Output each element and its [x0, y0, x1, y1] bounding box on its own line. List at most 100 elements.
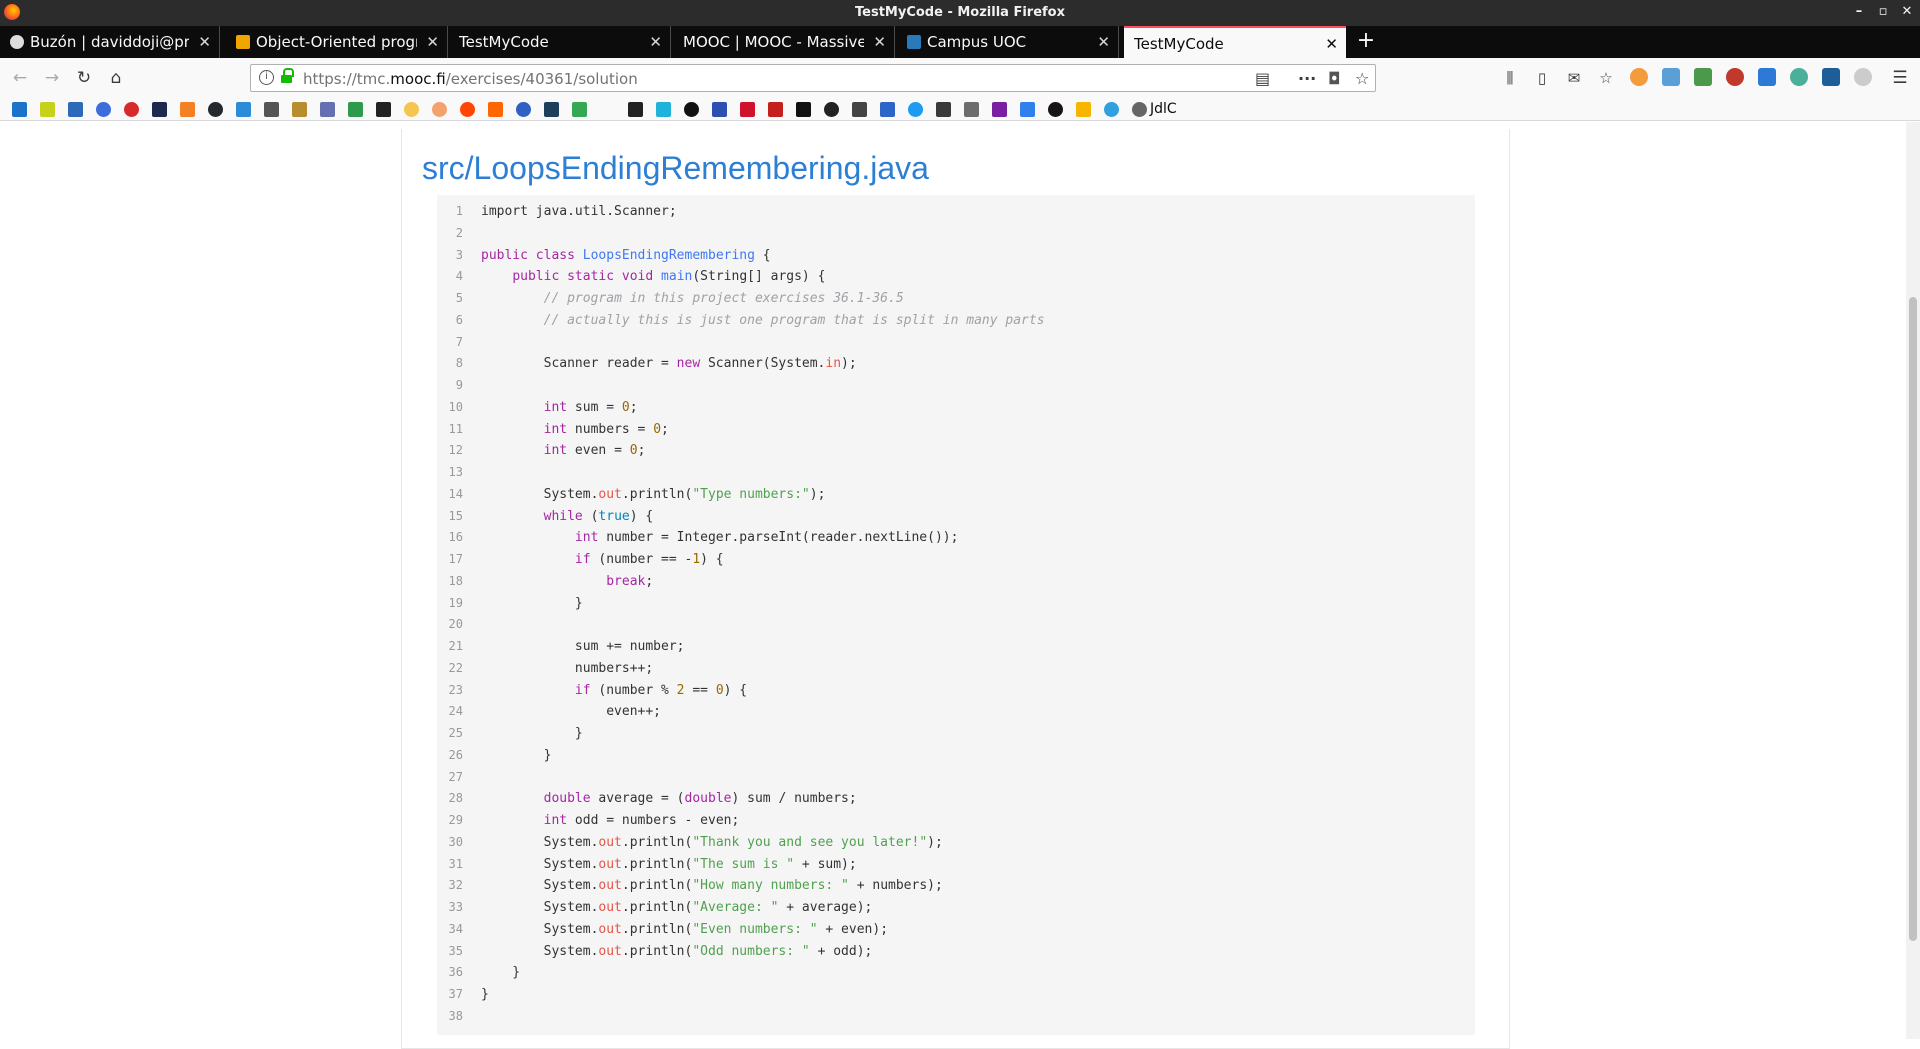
hackernews-icon[interactable] [488, 102, 503, 117]
globe-icon[interactable] [1132, 102, 1147, 117]
reddit-icon[interactable] [460, 102, 475, 117]
bookmark-icon[interactable] [180, 102, 195, 117]
bookmark-icon[interactable] [1020, 102, 1035, 117]
tab-buzon[interactable]: Buzón | daviddoji@pro ✕ [0, 26, 220, 58]
bookmark-icon[interactable] [824, 102, 839, 117]
code-line: 15 while (true) { [437, 506, 1475, 527]
favorites-icon[interactable]: ☆ [1594, 66, 1618, 90]
github-icon[interactable] [208, 102, 223, 117]
reload-button[interactable]: ↻ [72, 66, 96, 90]
bookmark-icon[interactable] [68, 102, 83, 117]
vertical-scrollbar[interactable] [1906, 122, 1920, 1039]
bookmark-icon[interactable] [712, 102, 727, 117]
bookmark-icon[interactable] [432, 102, 447, 117]
bookmark-icon[interactable] [684, 102, 699, 117]
close-tab-icon[interactable]: ✕ [426, 26, 439, 58]
tab-testmycode-active[interactable]: TestMyCode ✕ [1124, 26, 1346, 58]
info-icon[interactable]: i [259, 70, 274, 85]
ublock-icon[interactable] [1726, 68, 1744, 86]
code-text: } [481, 726, 583, 741]
close-tab-icon[interactable]: ✕ [1325, 28, 1338, 58]
bookmark-icon[interactable] [264, 102, 279, 117]
bookmark-icon[interactable] [516, 102, 531, 117]
pocket-icon[interactable]: ◘ [1328, 69, 1341, 88]
bookmark-icon[interactable] [404, 102, 419, 117]
bookmark-icon[interactable] [936, 102, 951, 117]
line-number: 31 [448, 856, 463, 871]
line-number: 21 [448, 639, 463, 653]
extension-chart-icon[interactable] [1822, 68, 1840, 86]
extension-green-icon[interactable] [1694, 68, 1712, 86]
bookmark-icon[interactable] [740, 102, 755, 117]
bookmark-star-icon[interactable]: ☆ [1355, 69, 1369, 88]
lock-favicon-icon [10, 35, 24, 49]
bookmark-icon[interactable] [992, 102, 1007, 117]
extension-teal-icon[interactable] [1790, 68, 1808, 86]
bookmark-icon[interactable] [880, 102, 895, 117]
page-actions-icon[interactable]: ··· [1298, 69, 1316, 88]
sidebar-icon[interactable]: ▯ [1530, 66, 1554, 90]
code-text: Scanner reader = new Scanner(System.in); [481, 356, 857, 372]
maximize-button[interactable]: ▫ [1874, 4, 1892, 19]
reader-view-icon[interactable]: ▤ [1255, 69, 1270, 88]
menu-icon[interactable]: ☰ [1888, 66, 1912, 90]
bookmark-icon[interactable] [572, 102, 587, 117]
line-number: 10 [448, 399, 463, 414]
bookmark-icon[interactable] [292, 102, 307, 117]
bookmark-icon[interactable] [628, 102, 643, 117]
close-tab-icon[interactable]: ✕ [1097, 26, 1110, 58]
tab-mooc[interactable]: MOOC | MOOC - Massive ✕ [673, 26, 895, 58]
bookmark-icon[interactable] [796, 102, 811, 117]
bookmark-jdlc[interactable]: JdlC [1150, 101, 1177, 117]
extension-orange-icon[interactable] [1630, 68, 1648, 86]
code-text: sum += number; [481, 639, 685, 654]
extension-blue-icon[interactable] [1662, 68, 1680, 86]
bookmark-icon[interactable] [964, 102, 979, 117]
file-title[interactable]: src/LoopsEndingRemembering.java [422, 150, 929, 187]
bookmark-icon[interactable] [96, 102, 111, 117]
tab-object-oriented[interactable]: Object-Oriented progra ✕ [226, 26, 448, 58]
bookmark-icon[interactable] [236, 102, 251, 117]
bookmark-icon[interactable] [124, 102, 139, 117]
close-window-button[interactable]: ✕ [1898, 4, 1916, 19]
close-tab-icon[interactable]: ✕ [649, 26, 662, 58]
tab-testmycode-1[interactable]: TestMyCode ✕ [449, 26, 671, 58]
home-button[interactable]: ⌂ [104, 66, 128, 90]
close-tab-icon[interactable]: ✕ [198, 26, 211, 58]
extension-s-icon[interactable] [1758, 68, 1776, 86]
address-bar[interactable]: i https://tmc.mooc.fi/exercises/40361/so… [250, 64, 1376, 92]
code-line: 36 } [437, 962, 1475, 983]
code-text: int even = 0; [543, 443, 646, 459]
spotify-icon[interactable] [1048, 102, 1063, 117]
tab-campus-uoc[interactable]: Campus UOC ✕ [897, 26, 1119, 58]
forward-button[interactable]: → [40, 66, 64, 90]
mail-icon[interactable]: ✉ [1562, 66, 1586, 90]
bookmark-icon[interactable] [152, 102, 167, 117]
bookmark-icon[interactable] [1076, 102, 1091, 117]
code-line: 20 [437, 614, 1475, 635]
bookmark-icon[interactable] [768, 102, 783, 117]
close-tab-icon[interactable]: ✕ [873, 26, 886, 58]
bookmark-icon[interactable] [12, 102, 27, 117]
bookmark-icon[interactable] [40, 102, 55, 117]
code-line: 38 [437, 1006, 1475, 1027]
minimize-button[interactable]: – [1850, 4, 1868, 19]
bookmark-icon[interactable] [1104, 102, 1119, 117]
code-line: 24 even++; [437, 701, 1475, 722]
new-tab-button[interactable]: + [1356, 26, 1376, 56]
library-icon[interactable]: ⫼ [1498, 66, 1522, 90]
code-text: break; [606, 573, 654, 589]
bookmark-icon[interactable] [656, 102, 671, 117]
back-button[interactable]: ← [8, 66, 32, 90]
bookmark-icon[interactable] [908, 102, 923, 117]
bookmark-icon[interactable] [348, 102, 363, 117]
bookmark-icon[interactable] [320, 102, 335, 117]
code-text: } [481, 987, 489, 1002]
extension-grey-icon[interactable] [1854, 68, 1872, 86]
code-line: 21 sum += number; [437, 636, 1475, 657]
bookmark-icon[interactable] [376, 102, 391, 117]
bookmark-icon[interactable] [852, 102, 867, 117]
scrollbar-thumb[interactable] [1909, 297, 1917, 941]
bookmark-icon[interactable] [544, 102, 559, 117]
line-number: 35 [448, 943, 463, 958]
